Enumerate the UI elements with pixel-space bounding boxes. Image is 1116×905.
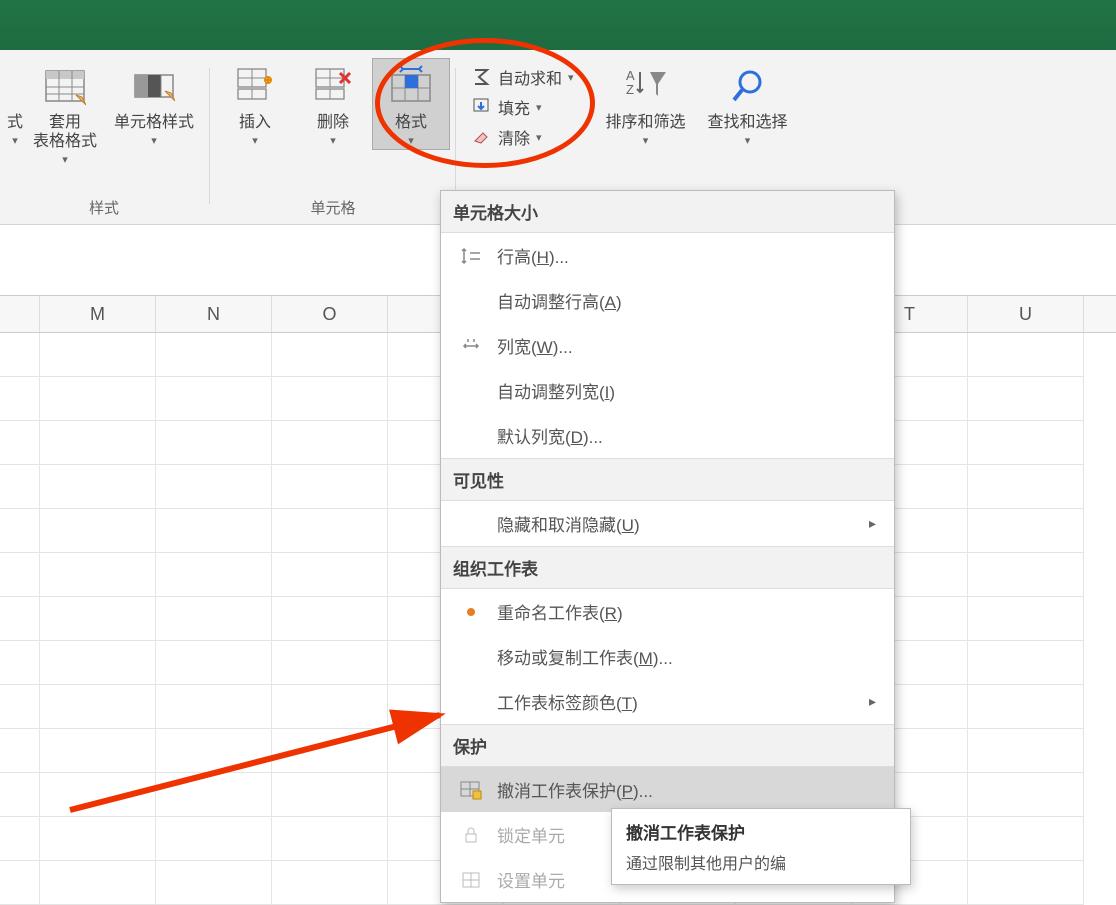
col-header-partial[interactable] xyxy=(0,296,40,332)
tooltip: 撤消工作表保护 通过限制其他用户的编 xyxy=(611,808,911,885)
format-as-table-button[interactable]: 套用 表格格式 ▾ xyxy=(26,58,104,169)
section-organize: 组织工作表 xyxy=(441,546,894,589)
tooltip-title: 撤消工作表保护 xyxy=(626,819,896,844)
sigma-icon xyxy=(470,66,492,88)
menu-default-width[interactable]: 默认列宽(D)... xyxy=(441,413,894,458)
menu-column-width[interactable]: 列宽(W)... xyxy=(441,323,894,368)
menu-rename-sheet[interactable]: 重命名工作表(R) xyxy=(441,589,894,634)
fill-label: 填充 xyxy=(498,95,530,119)
submenu-arrow-icon: ▸ xyxy=(869,515,882,532)
eraser-icon xyxy=(470,126,492,148)
section-visibility: 可见性 xyxy=(441,458,894,501)
table-format-icon xyxy=(42,63,88,109)
styles-group-label: 样式 xyxy=(89,189,119,224)
insert-button[interactable]: 插入 ▾ xyxy=(216,58,294,150)
sort-filter-icon: A Z xyxy=(623,63,669,109)
row-height-icon xyxy=(455,245,487,267)
delete-button[interactable]: 删除 ▾ xyxy=(294,58,372,150)
rename-indicator-icon xyxy=(455,608,487,616)
clear-label: 清除 xyxy=(498,125,530,149)
autosum-label: 自动求和 xyxy=(498,65,562,89)
col-header[interactable]: M xyxy=(40,296,156,332)
col-width-icon xyxy=(455,335,487,357)
svg-text:A: A xyxy=(626,68,635,83)
menu-hide-unhide[interactable]: 隐藏和取消隐藏(U) ▸ xyxy=(441,501,894,546)
insert-icon xyxy=(232,63,278,109)
lock-icon xyxy=(455,824,487,846)
format-dropdown-menu: 单元格大小 行高(H)... 自动调整行高(A) 列宽(W)... 自动调整列宽… xyxy=(440,190,895,903)
autosum-button[interactable]: 自动求和 ▾ xyxy=(464,62,580,92)
fill-button[interactable]: 填充 ▾ xyxy=(464,92,580,122)
unprotect-icon xyxy=(455,779,487,801)
cells-group-label: 单元格 xyxy=(310,189,355,224)
tooltip-body: 通过限制其他用户的编 xyxy=(626,850,896,874)
col-header[interactable]: O xyxy=(272,296,388,332)
col-header[interactable]: U xyxy=(968,296,1084,332)
clear-button[interactable]: 清除 ▾ xyxy=(464,122,580,152)
section-protect: 保护 xyxy=(441,724,894,767)
menu-tab-color[interactable]: 工作表标签颜色(T) ▸ xyxy=(441,679,894,724)
partial-button[interactable]: 式 ▾ xyxy=(4,58,26,169)
cell-styles-icon xyxy=(131,63,177,109)
find-select-button[interactable]: 查找和选择 ▾ xyxy=(698,58,798,150)
col-header[interactable]: N xyxy=(156,296,272,332)
submenu-arrow-icon: ▸ xyxy=(869,693,882,710)
fill-down-icon xyxy=(470,96,492,118)
title-bar xyxy=(0,0,1116,50)
menu-unprotect-sheet[interactable]: 撤消工作表保护(P)... xyxy=(441,767,894,812)
section-cell-size: 单元格大小 xyxy=(441,191,894,233)
cell-styles-button[interactable]: 单元格样式 ▾ xyxy=(104,58,204,169)
svg-text:Z: Z xyxy=(626,82,634,97)
delete-icon xyxy=(310,63,356,109)
menu-autofit-row-height[interactable]: 自动调整行高(A) xyxy=(441,278,894,323)
menu-row-height[interactable]: 行高(H)... xyxy=(441,233,894,278)
menu-autofit-column-width[interactable]: 自动调整列宽(I) xyxy=(441,368,894,413)
sort-filter-button[interactable]: A Z 排序和筛选 ▾ xyxy=(594,58,698,150)
menu-move-copy-sheet[interactable]: 移动或复制工作表(M)... xyxy=(441,634,894,679)
format-cells-icon xyxy=(455,869,487,891)
format-icon xyxy=(388,63,434,109)
magnifier-icon xyxy=(725,63,771,109)
format-button[interactable]: 格式 ▾ xyxy=(372,58,450,150)
